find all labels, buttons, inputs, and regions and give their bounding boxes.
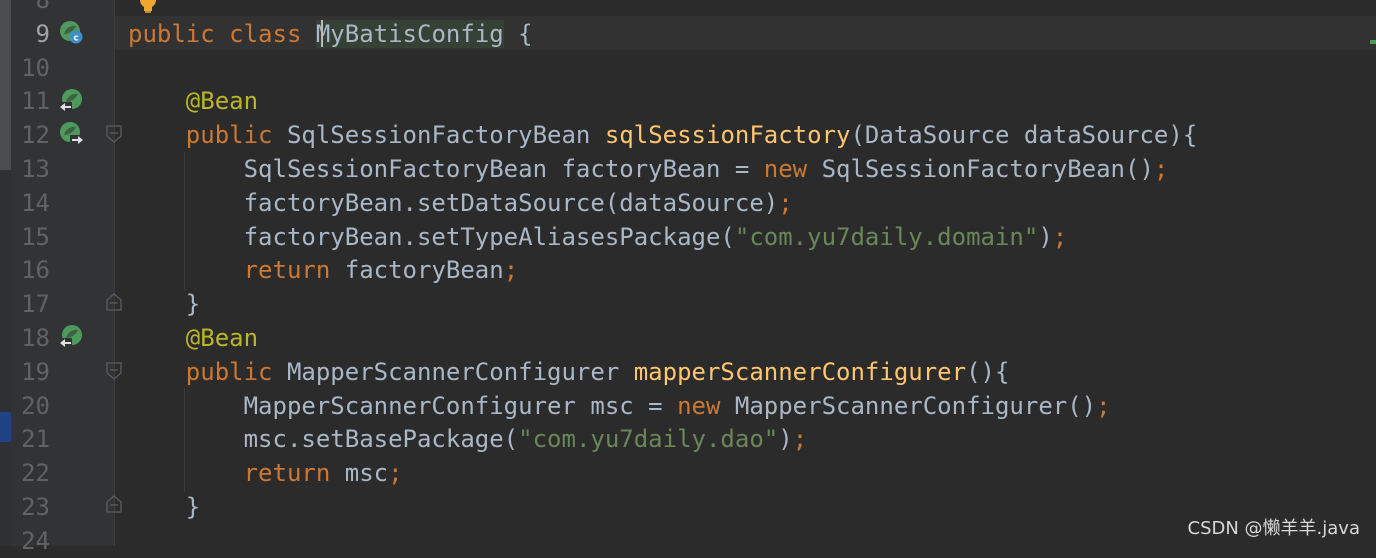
spring-bean-icon[interactable] — [58, 88, 84, 114]
code-token: MapperScannerConfigurer — [272, 357, 634, 386]
code-token: ) — [778, 425, 793, 454]
code-line[interactable]: return factoryBean; — [128, 253, 519, 287]
fold-close-icon[interactable] — [106, 495, 122, 513]
code-token: ) — [1038, 222, 1053, 251]
spring-bean-out-icon[interactable] — [58, 121, 84, 147]
code-token: public — [185, 121, 273, 150]
code-token: mapperScannerConfigurer — [633, 357, 967, 386]
code-token: SqlSessionFactoryBean() — [807, 155, 1154, 183]
code-line[interactable]: public class MyBatisConfig { — [128, 17, 533, 51]
code-token: ; — [1096, 391, 1111, 420]
code-line[interactable]: SqlSessionFactoryBean factoryBean = new … — [128, 152, 1169, 186]
line-number: 10 — [21, 53, 50, 82]
code-token: factoryBean.setTypeAliasesPackage( — [128, 222, 735, 251]
code-line[interactable]: msc.setBasePackage("com.yu7daily.dao"); — [128, 422, 808, 456]
code-line[interactable]: factoryBean.setDataSource(dataSource); — [128, 186, 793, 220]
watermark: CSDN @懒羊羊.java — [1187, 518, 1360, 539]
left-scrollbar-thumb[interactable] — [0, 0, 11, 170]
code-token: "com.yu7daily.domain" — [734, 222, 1039, 251]
code-token: (){ — [966, 357, 1010, 386]
code-token: { — [503, 19, 533, 48]
change-marker — [1370, 40, 1376, 44]
line-number: 16 — [21, 256, 50, 285]
code-line[interactable]: } — [128, 287, 200, 321]
code-token: @Bean — [185, 87, 259, 116]
line-number: 17 — [21, 290, 50, 319]
code-token: return — [243, 459, 331, 488]
code-token: return — [243, 256, 331, 285]
line-number: 20 — [21, 391, 50, 420]
left-scrollbar-track[interactable] — [0, 0, 11, 546]
code-token: SqlSessionFactoryBean factoryBean = — [128, 155, 764, 183]
code-token: ; — [792, 425, 808, 454]
code-token: MapperScannerConfigurer msc = — [128, 391, 678, 420]
code-line[interactable]: public SqlSessionFactoryBean sqlSessionF… — [128, 118, 1197, 152]
lightbulb-icon[interactable] — [138, 0, 158, 14]
line-number: 11 — [21, 87, 50, 116]
spring-config-icon[interactable]: c — [58, 19, 84, 45]
code-token: sqlSessionFactory — [604, 121, 851, 150]
code-token: ; — [388, 459, 403, 488]
gutter-separator — [114, 0, 115, 546]
code-line[interactable]: factoryBean.setTypeAliasesPackage("com.y… — [128, 220, 1068, 254]
code-token: MapperScannerConfigurer() — [720, 391, 1097, 420]
code-token: public — [128, 19, 215, 48]
code-token: SqlSessionFactoryBean — [272, 121, 605, 150]
fold-close-icon[interactable] — [106, 293, 122, 311]
line-number: 13 — [21, 155, 50, 183]
spring-bean-icon[interactable] — [58, 324, 84, 350]
code-token: (DataSource dataSource){ — [850, 121, 1198, 150]
code-token: class — [229, 19, 302, 48]
code-token: ; — [1052, 222, 1068, 251]
code-token: ; — [778, 188, 793, 217]
code-token: msc — [330, 459, 389, 488]
code-token: } — [128, 493, 201, 521]
code-token: MyBatisConfig — [315, 19, 504, 48]
code-token: } — [128, 290, 201, 319]
line-number: 8 — [35, 0, 50, 14]
line-number: 22 — [21, 459, 50, 488]
line-number: 21 — [21, 425, 50, 454]
scrollbar-marker — [0, 412, 11, 442]
code-token: factoryBean.setDataSource(dataSource) — [128, 188, 779, 217]
code-line[interactable]: public MapperScannerConfigurer mapperSca… — [128, 355, 1010, 389]
line-number: 9 — [35, 19, 50, 48]
line-number: 15 — [21, 222, 50, 251]
code-line[interactable]: return msc; — [128, 456, 403, 490]
line-number: 12 — [21, 121, 50, 150]
line-number: 14 — [21, 188, 50, 217]
fold-open-icon[interactable] — [106, 125, 122, 143]
code-token: msc.setBasePackage( — [128, 425, 519, 454]
code-token: "com.yu7daily.dao" — [518, 425, 779, 454]
code-token: factoryBean — [330, 256, 504, 285]
code-token: public — [185, 357, 273, 386]
text-caret — [321, 20, 323, 47]
code-line[interactable]: } — [128, 490, 200, 524]
svg-text:c: c — [73, 34, 78, 44]
code-line[interactable]: MapperScannerConfigurer msc = new Mapper… — [128, 389, 1111, 423]
line-number: 19 — [21, 357, 50, 386]
code-token: ; — [1153, 155, 1169, 183]
code-line[interactable]: @Bean — [128, 84, 258, 118]
line-number: 24 — [21, 526, 50, 555]
fold-open-icon[interactable] — [106, 362, 122, 380]
line-number: 18 — [21, 324, 50, 352]
code-token: new — [677, 391, 721, 420]
code-token: ; — [503, 256, 519, 285]
line-number: 23 — [21, 493, 50, 521]
code-line[interactable]: @Bean — [128, 321, 258, 355]
code-token: @Bean — [185, 324, 259, 352]
code-token: new — [763, 155, 808, 183]
